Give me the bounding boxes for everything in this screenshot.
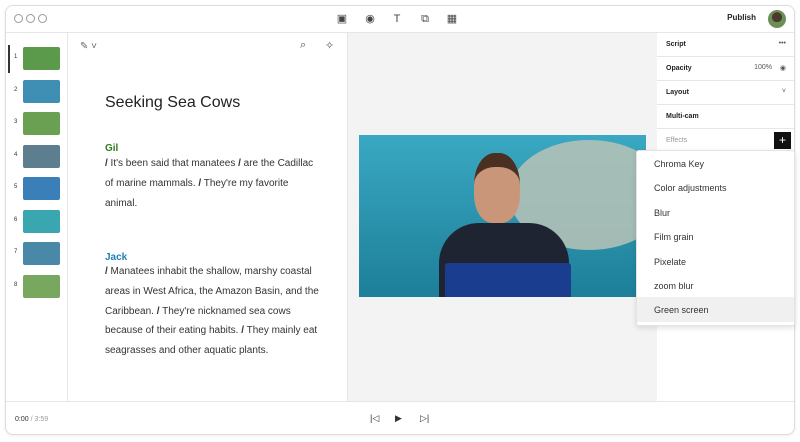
chevron-down-icon[interactable]: ˅ [782, 88, 786, 95]
effects-menu: Chroma KeyColor adjustmentsBlurFilm grai… [636, 150, 795, 326]
scene-thumbnail[interactable]: 3 [6, 112, 68, 136]
total-time: 3:59 [34, 416, 48, 423]
menu-item[interactable]: Chroma Key [637, 151, 794, 175]
scene-thumbnail[interactable]: 7 [6, 242, 68, 266]
menu-item[interactable]: Blur [637, 200, 794, 224]
search-icon[interactable]: ⌕ [300, 39, 306, 52]
add-effect-button[interactable]: + [774, 132, 791, 149]
menu-item[interactable]: Pixelate [637, 249, 794, 273]
script-paragraph[interactable]: / It's been said that manatees / are the… [105, 154, 320, 213]
scene-number: 4 [14, 152, 17, 158]
current-time: 0:00 [15, 416, 29, 423]
publish-button[interactable]: Publish [727, 13, 756, 22]
time-separator: / [31, 416, 33, 423]
scene-number: 2 [14, 87, 17, 93]
thumbnail-image [23, 80, 60, 103]
thumbnail-image [23, 275, 60, 298]
video-preview[interactable] [359, 135, 646, 297]
preview-canvas [348, 33, 657, 401]
eye-icon[interactable]: ◉ [780, 64, 786, 72]
scene-number: 6 [14, 217, 17, 223]
scene-number: 3 [14, 119, 17, 125]
maximize-window-button[interactable] [38, 14, 47, 23]
scene-thumbnail[interactable]: 1 [6, 47, 68, 71]
thumbnail-image [23, 210, 60, 233]
more-icon[interactable]: ••• [779, 40, 786, 47]
script-row[interactable]: Script ••• [657, 33, 795, 57]
opacity-row[interactable]: Opacity 100% ◉ [657, 57, 795, 81]
shapes-icon[interactable]: ⧉ [418, 12, 432, 26]
play-icon[interactable]: ▶ [395, 413, 402, 424]
timecode: 0:00 / 3:59 [15, 416, 48, 423]
script-label: Script [666, 41, 686, 48]
grid-icon[interactable]: ▦ [445, 12, 459, 26]
effects-label: Effects [666, 137, 687, 144]
thumbnail-image [23, 112, 60, 135]
scene-number: 1 [14, 54, 17, 60]
thumbnail-image [23, 47, 60, 70]
skip-back-icon[interactable]: |◁ [370, 413, 379, 424]
record-icon[interactable]: ◉ [363, 12, 377, 26]
thumbnail-image [23, 145, 60, 168]
scene-thumbnail[interactable]: 2 [6, 80, 68, 104]
opacity-label: Opacity [666, 65, 692, 72]
scene-thumbnail[interactable]: 8 [6, 275, 68, 299]
minimize-window-button[interactable] [26, 14, 35, 23]
skip-forward-icon[interactable]: ▷| [420, 413, 429, 424]
menu-item[interactable]: Film grain [637, 224, 794, 248]
close-window-button[interactable] [14, 14, 23, 23]
scene-thumbnail[interactable]: 4 [6, 145, 68, 169]
script-editor[interactable]: ✎ ˅ ⌕ ✧ Seeking Sea Cows Gil / It's been… [68, 33, 348, 401]
layout-row[interactable]: Layout ˅ [657, 81, 795, 105]
menu-item[interactable]: Green screen [637, 297, 794, 321]
media-icon[interactable]: ▣ [335, 12, 349, 26]
script-title[interactable]: Seeking Sea Cows [105, 94, 240, 112]
opacity-value[interactable]: 100% [754, 64, 772, 71]
layout-label: Layout [666, 89, 689, 96]
speaker-name: Gil [105, 143, 118, 154]
laptop-image [445, 263, 571, 297]
scene-thumbnails: 1 2 3 4 5 6 7 8 [6, 33, 68, 401]
scene-number: 5 [14, 184, 17, 190]
scene-thumbnail[interactable]: 5 [6, 177, 68, 201]
thumbnail-image [23, 177, 60, 200]
multicam-row[interactable]: Multi-cam [657, 105, 795, 129]
scene-number: 8 [14, 282, 17, 288]
scene-thumbnail[interactable]: 6 [6, 210, 68, 234]
avatar[interactable] [768, 10, 786, 28]
script-paragraph[interactable]: / Manatees inhabit the shallow, marshy c… [105, 262, 320, 361]
multicam-label: Multi-cam [666, 113, 699, 120]
player-bar: 0:00 / 3:59 |◁ ▶ ▷| [6, 401, 794, 435]
effects-row: Effects + [657, 129, 795, 153]
menu-item[interactable]: Color adjustments [637, 175, 794, 199]
scene-number: 7 [14, 249, 17, 255]
top-bar: ▣ ◉ T ⧉ ▦ Publish [6, 6, 794, 33]
thumbnail-image [23, 242, 60, 265]
pen-icon[interactable]: ✎ ˅ [80, 41, 97, 52]
menu-item[interactable]: zoom blur [637, 273, 794, 297]
text-icon[interactable]: T [390, 12, 404, 26]
sparkle-icon[interactable]: ✧ [325, 39, 334, 52]
